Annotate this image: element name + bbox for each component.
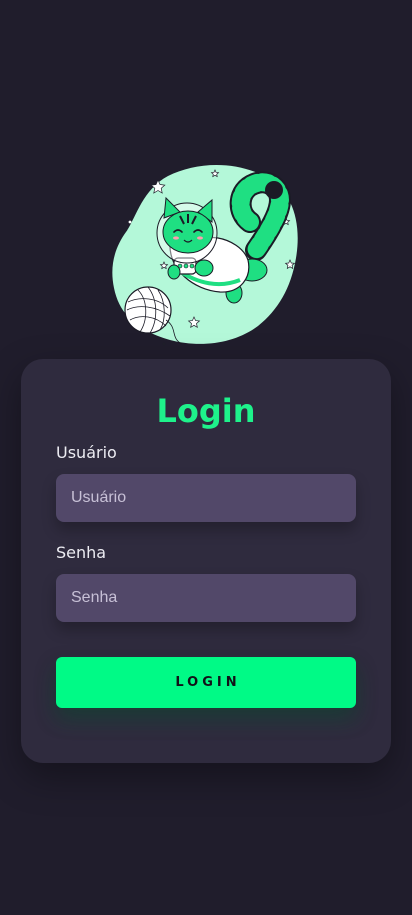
- login-title: Login: [156, 392, 256, 430]
- password-input[interactable]: [56, 574, 356, 622]
- username-label: Usuário: [56, 443, 117, 462]
- astronaut-cat-illustration: [112, 165, 298, 346]
- password-label: Senha: [56, 543, 107, 562]
- login-button[interactable]: LOGIN: [56, 657, 356, 708]
- login-page: Login Usuário Senha LOGIN: [0, 0, 412, 915]
- login-card: Login Usuário Senha LOGIN: [21, 359, 391, 763]
- username-input[interactable]: [56, 474, 356, 522]
